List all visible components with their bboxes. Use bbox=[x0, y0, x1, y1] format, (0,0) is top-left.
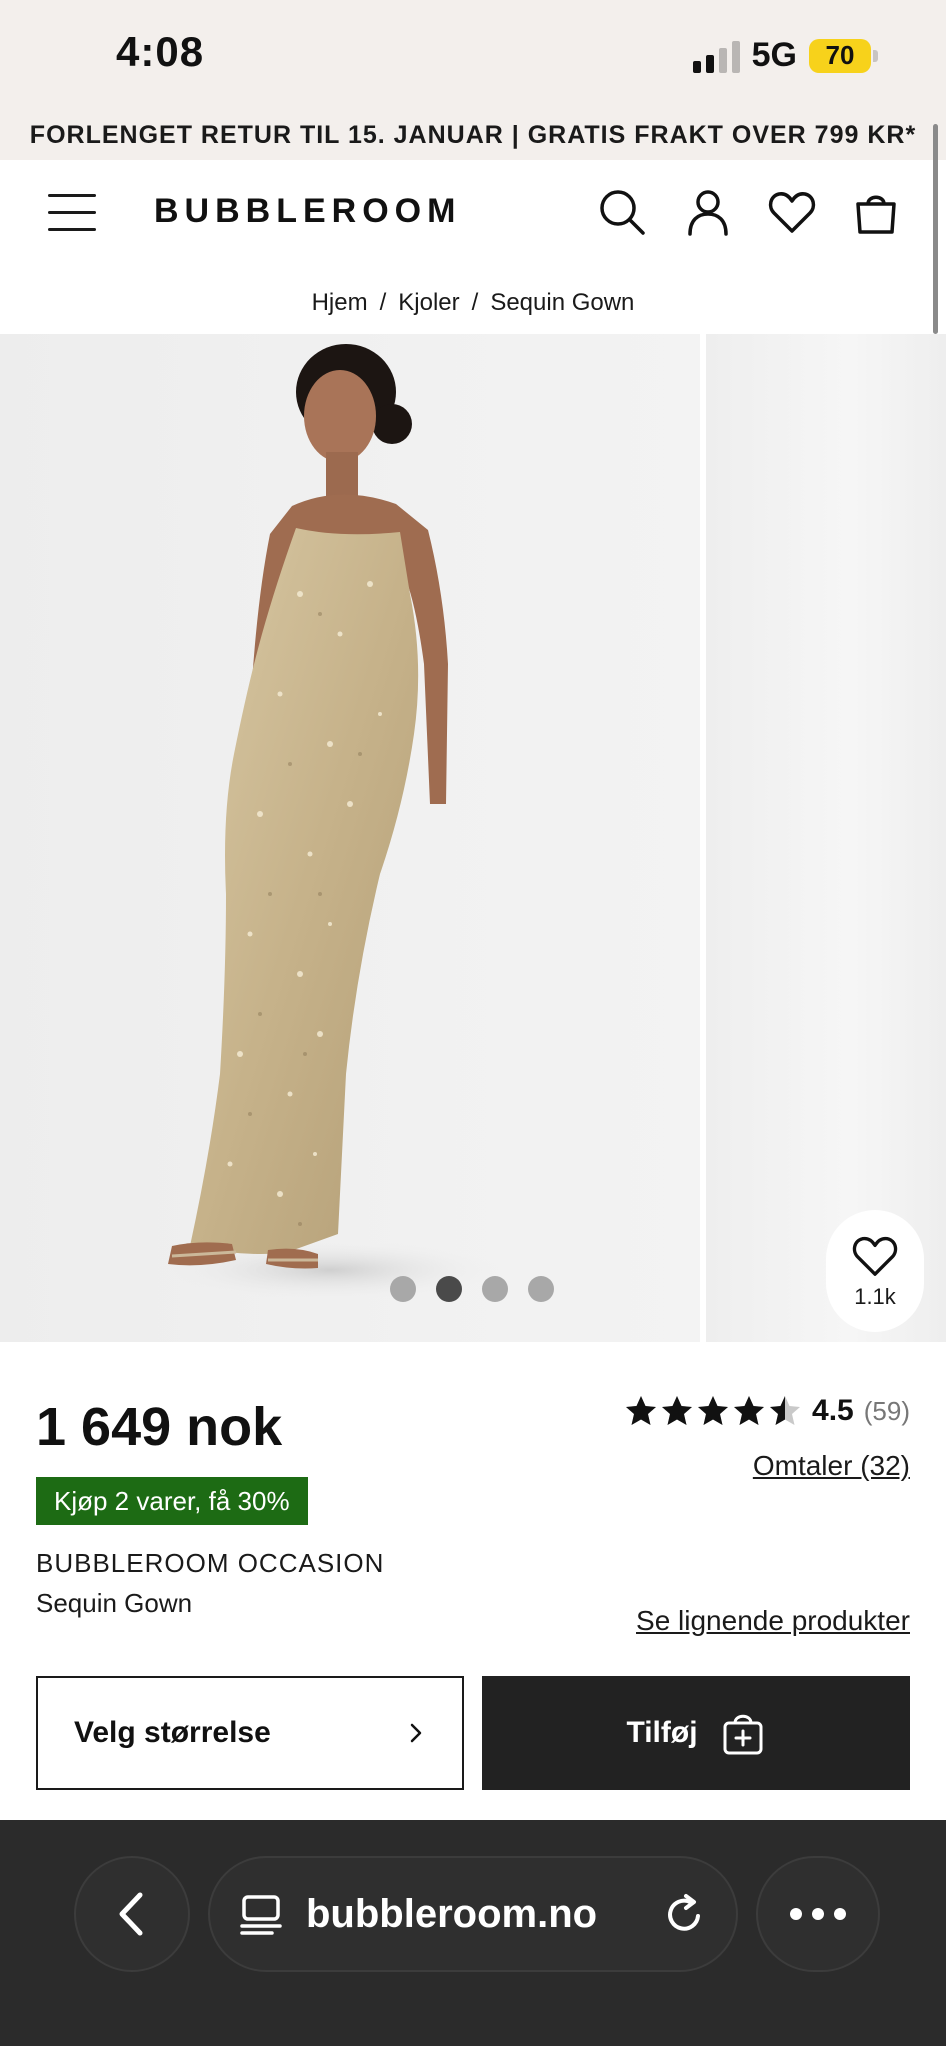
rating-stars bbox=[624, 1394, 802, 1428]
address-bar[interactable]: bubbleroom.no bbox=[208, 1856, 738, 1972]
status-time: 4:08 bbox=[116, 28, 205, 75]
promo-banner[interactable]: FORLENGET RETUR TIL 15. JANUAR | GRATIS … bbox=[0, 110, 946, 160]
battery-level: 70 bbox=[809, 38, 871, 73]
add-to-bag-icon bbox=[723, 1714, 763, 1755]
product-brand[interactable]: BUBBLEROOM OCCASION bbox=[36, 1548, 384, 1579]
search-icon[interactable] bbox=[596, 186, 648, 238]
rating-count: (59) bbox=[863, 1395, 910, 1426]
star-icon bbox=[662, 1396, 693, 1425]
similar-products-link[interactable]: Se lignende produkter bbox=[636, 1605, 910, 1637]
product-name: Sequin Gown bbox=[36, 1588, 193, 1618]
promo-badge: Kjøp 2 varer, få 30% bbox=[36, 1477, 308, 1525]
star-icon bbox=[734, 1396, 765, 1425]
reload-icon[interactable] bbox=[660, 1890, 708, 1938]
favorite-button[interactable]: 1.1k bbox=[826, 1210, 924, 1332]
star-icon bbox=[770, 1396, 801, 1425]
gallery-dot[interactable] bbox=[482, 1276, 508, 1302]
account-icon[interactable] bbox=[682, 186, 734, 238]
product-image[interactable] bbox=[0, 334, 700, 1342]
more-options-button[interactable] bbox=[756, 1856, 880, 1972]
gallery-dot[interactable] bbox=[528, 1276, 554, 1302]
more-dot-icon bbox=[834, 1908, 846, 1920]
add-to-cart-button[interactable]: Tilføj bbox=[482, 1676, 910, 1790]
select-size-button[interactable]: Velg størrelse bbox=[36, 1676, 464, 1790]
star-icon bbox=[626, 1396, 657, 1425]
url-text[interactable]: bubbleroom.no bbox=[306, 1892, 638, 1937]
select-size-label: Velg størrelse bbox=[74, 1716, 271, 1749]
gallery-dot[interactable] bbox=[390, 1276, 416, 1302]
breadcrumb-home[interactable]: Hjem bbox=[312, 289, 368, 317]
breadcrumb: Hjem / Kjoler / Sequin Gown bbox=[0, 272, 946, 334]
add-to-cart-label: Tilføj bbox=[626, 1716, 698, 1749]
site-header: BUBBLEROOM bbox=[0, 160, 946, 270]
product-price: 1 649 nok bbox=[36, 1397, 283, 1457]
status-bar: 4:08 5G 70 bbox=[0, 0, 946, 110]
signal-icon bbox=[692, 39, 740, 73]
reviews-link[interactable]: Omtaler (32) bbox=[753, 1450, 910, 1482]
cart-icon[interactable] bbox=[850, 186, 902, 238]
network-type: 5G bbox=[751, 36, 797, 74]
chevron-right-icon bbox=[410, 1723, 422, 1743]
status-indicators: 5G 70 bbox=[692, 36, 878, 75]
browser-toolbar: bubbleroom.no bbox=[0, 1820, 946, 2046]
breadcrumb-current: Sequin Gown bbox=[490, 289, 635, 316]
chevron-left-icon bbox=[119, 1892, 143, 1936]
next-product-image[interactable] bbox=[706, 334, 946, 1342]
breadcrumb-separator: / bbox=[379, 289, 387, 316]
more-dot-icon bbox=[812, 1908, 824, 1920]
breadcrumb-category[interactable]: Kjoler bbox=[398, 289, 459, 317]
gallery-dot[interactable] bbox=[436, 1276, 462, 1302]
back-button[interactable] bbox=[74, 1856, 190, 1972]
product-rating[interactable]: 4.5 (59) bbox=[624, 1394, 910, 1428]
product-gallery[interactable]: 1.1k bbox=[0, 334, 946, 1342]
menu-icon[interactable] bbox=[48, 194, 96, 234]
favorites-count: 1.1k bbox=[854, 1284, 896, 1309]
site-logo[interactable]: BUBBLEROOM bbox=[154, 192, 461, 231]
heart-icon bbox=[852, 1236, 898, 1276]
model-wearing-gown-image bbox=[160, 344, 500, 1300]
promo-banner-text: FORLENGET RETUR TIL 15. JANUAR | GRATIS … bbox=[29, 120, 917, 149]
page-menu-icon[interactable] bbox=[238, 1891, 284, 1937]
star-icon bbox=[698, 1396, 729, 1425]
rating-value: 4.5 bbox=[812, 1394, 854, 1427]
breadcrumb-separator: / bbox=[471, 289, 479, 316]
more-dot-icon bbox=[790, 1908, 802, 1920]
wishlist-icon[interactable] bbox=[766, 186, 818, 238]
gallery-pagination bbox=[390, 1276, 554, 1302]
battery-icon: 70 bbox=[809, 38, 878, 73]
